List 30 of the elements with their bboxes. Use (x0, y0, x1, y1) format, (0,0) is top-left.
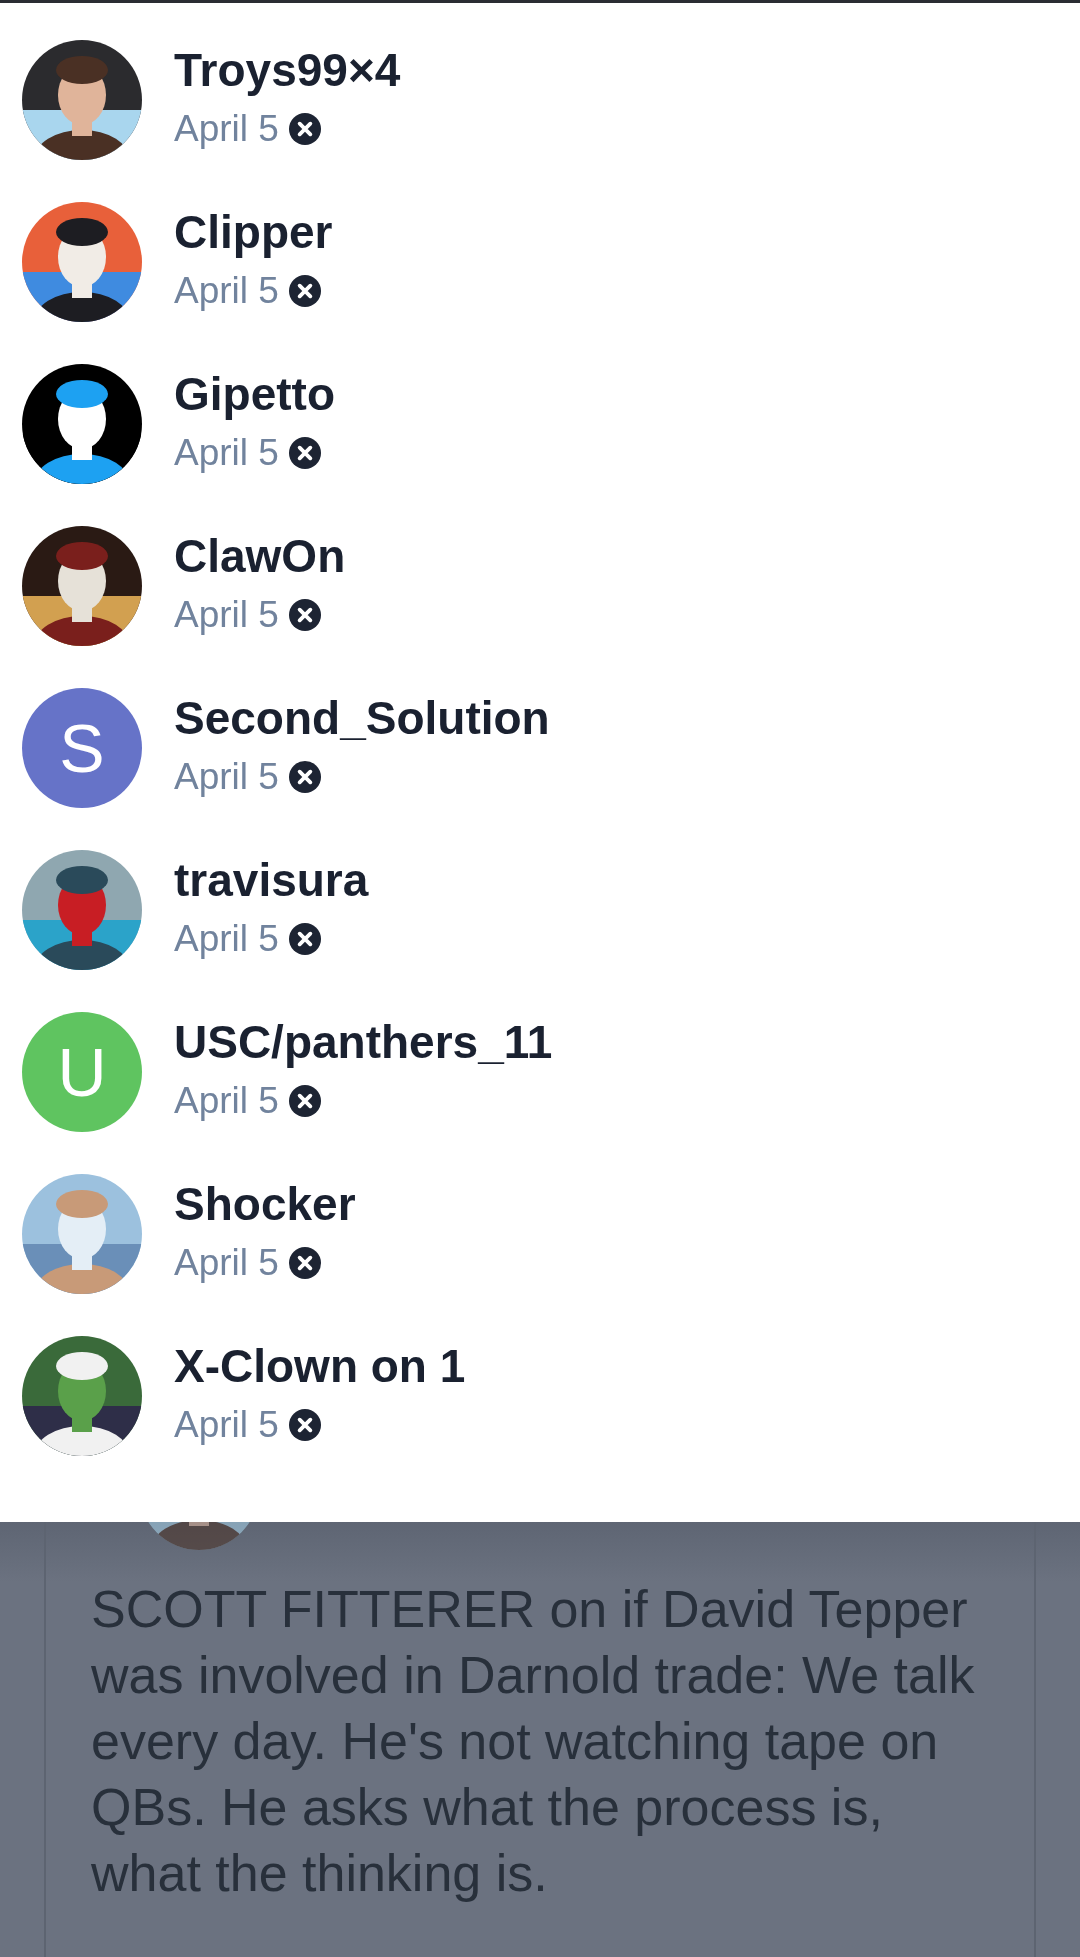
user-name: X-Clown on 1 (174, 1340, 466, 1392)
user-name: Troys99×4 (174, 44, 401, 96)
remove-icon[interactable] (288, 1409, 321, 1441)
user-name: ClawOn (174, 530, 346, 582)
user-name: Second_Solution (174, 692, 550, 744)
remove-icon[interactable] (288, 761, 321, 793)
date-text: April 5 (174, 755, 279, 799)
remove-icon[interactable] (288, 923, 321, 955)
remove-icon[interactable] (288, 275, 321, 307)
user-name: Clipper (174, 206, 333, 258)
date-text: April 5 (174, 593, 279, 637)
date-text: April 5 (174, 1079, 279, 1123)
avatar: S (22, 688, 142, 808)
date-text: April 5 (174, 1241, 279, 1285)
remove-icon[interactable] (288, 1247, 321, 1279)
date-text: April 5 (174, 1403, 279, 1447)
user-name: Gipetto (174, 368, 335, 420)
date-text: April 5 (174, 269, 279, 313)
tweet-text: SCOTT FITTERER on if David Tepper was involved in Darnold trade: We talk every day. He's not watching tape on QBs. He asks what the process is, what the thinking is. (91, 1579, 976, 1904)
user-name: USC/panthers_11 (174, 1016, 553, 1068)
user-name: Shocker (174, 1178, 356, 1230)
user-name: travisura (174, 854, 369, 906)
date-text: April 5 (174, 917, 279, 961)
date-text: April 5 (174, 431, 279, 475)
date-text: April 5 (174, 107, 279, 151)
remove-icon[interactable] (288, 1085, 321, 1117)
remove-icon[interactable] (288, 113, 321, 145)
avatar: U (22, 1012, 142, 1132)
remove-icon[interactable] (288, 599, 321, 631)
remove-icon[interactable] (288, 437, 321, 469)
